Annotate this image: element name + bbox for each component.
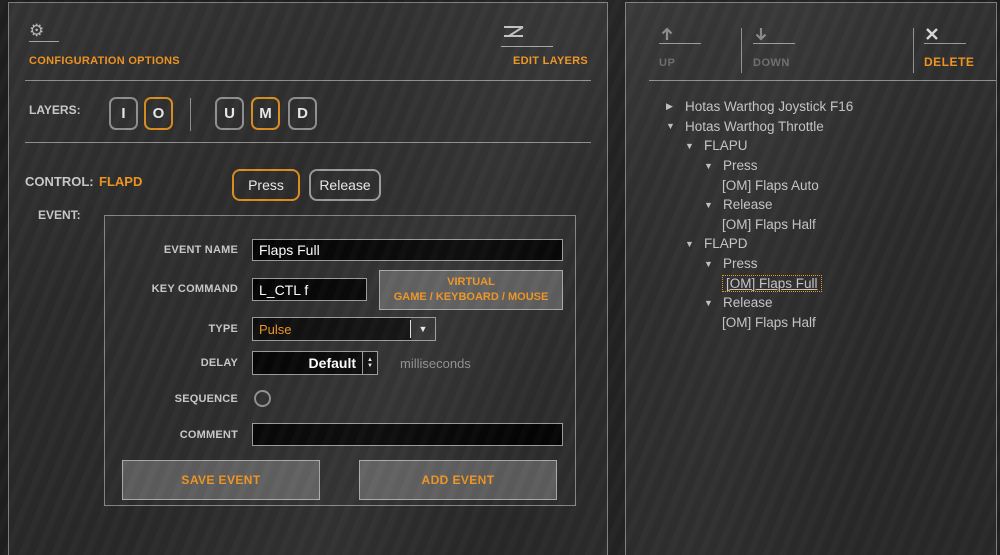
tree-item-label: Release xyxy=(723,295,773,311)
divider xyxy=(659,43,701,44)
delay-label: DELAY xyxy=(200,357,238,369)
divider xyxy=(501,46,553,47)
chevron-down-icon[interactable]: ▼ xyxy=(666,121,685,131)
tree-item[interactable]: ▼ FLAPD xyxy=(626,234,996,254)
delay-stepper[interactable]: ▲ ▼ xyxy=(363,351,378,375)
tree-item[interactable]: [OM] Flaps Half xyxy=(626,215,996,235)
configuration-options-label[interactable]: CONFIGURATION OPTIONS xyxy=(29,55,180,67)
tree-item[interactable]: ▼ Release xyxy=(626,195,996,215)
tree-item-label[interactable]: [OM] Flaps Full xyxy=(722,274,822,292)
chevron-down-icon[interactable]: ▼ xyxy=(704,259,723,269)
layer-button-i[interactable]: I xyxy=(109,97,138,130)
type-dropdown[interactable]: Pulse ▼ xyxy=(252,317,436,341)
chevron-right-icon[interactable]: ▶ xyxy=(666,101,685,112)
divider xyxy=(741,28,742,73)
type-label: TYPE xyxy=(208,323,238,335)
comment-label: COMMENT xyxy=(179,429,238,441)
layer-button-m[interactable]: M xyxy=(251,97,280,130)
up-label: UP xyxy=(659,57,676,69)
tree-item[interactable]: ▼ FLAPU xyxy=(626,136,996,156)
tree-item[interactable]: ▼ Release xyxy=(626,293,996,313)
divider xyxy=(25,80,591,81)
events-tree-panel: UP DOWN DELETE ▶ Hotas Warthog Joystick … xyxy=(625,2,997,555)
key-command-label: KEY COMMAND xyxy=(151,283,238,295)
tree-item[interactable]: [OM] Flaps Auto xyxy=(626,175,996,195)
tree-item[interactable]: ▼ Hotas Warthog Throttle xyxy=(626,117,996,137)
chevron-down-icon[interactable]: ▼ xyxy=(411,318,435,340)
stepper-down-icon[interactable]: ▼ xyxy=(367,363,373,369)
delete-label: DELETE xyxy=(924,55,975,69)
virtual-button-line2: GAME / KEYBOARD / MOUSE xyxy=(393,291,549,303)
virtual-button-line1: VIRTUAL xyxy=(447,276,495,289)
tree-item-selected[interactable]: [OM] Flaps Full xyxy=(626,273,996,293)
event-name-input[interactable]: Flaps Full xyxy=(252,239,563,261)
tree-item[interactable]: [OM] Flaps Half xyxy=(626,313,996,333)
layers-icon[interactable] xyxy=(501,25,527,39)
chevron-down-icon[interactable]: ▼ xyxy=(685,239,704,249)
tree-item-label: Release xyxy=(723,197,773,213)
tree-item-label: [OM] Flaps Half xyxy=(722,314,816,330)
event-label: EVENT: xyxy=(38,208,81,222)
delay-input[interactable]: Default xyxy=(252,351,363,375)
tree-item[interactable]: ▶ Hotas Warthog Joystick F16 xyxy=(626,97,996,117)
divider xyxy=(25,142,591,143)
layer-button-d[interactable]: D xyxy=(288,97,317,130)
move-up-button[interactable]: UP xyxy=(659,26,719,69)
layer-button-o[interactable]: O xyxy=(144,97,173,130)
divider xyxy=(924,43,966,44)
layers-label: LAYERS: xyxy=(29,103,81,117)
sequence-label: SEQUENCE xyxy=(174,393,238,405)
divider xyxy=(29,41,59,42)
events-tree: ▶ Hotas Warthog Joystick F16 ▼ Hotas War… xyxy=(626,97,996,332)
control-value: FLAPD xyxy=(99,174,143,189)
tree-item-label: Hotas Warthog Throttle xyxy=(685,118,824,134)
divider xyxy=(649,80,996,81)
gear-icon[interactable]: ⚙ xyxy=(29,22,59,39)
arrow-down-icon xyxy=(755,28,767,41)
save-event-button[interactable]: SAVE EVENT xyxy=(122,460,320,500)
divider xyxy=(753,43,795,44)
tree-item-label: Press xyxy=(723,256,758,272)
chevron-down-icon[interactable]: ▼ xyxy=(704,200,723,210)
edit-layers-button[interactable] xyxy=(501,25,553,47)
tree-item-label: [OM] Flaps Half xyxy=(722,216,816,232)
tree-item-label: Hotas Warthog Joystick F16 xyxy=(685,99,854,115)
tree-item[interactable]: ▼ Press xyxy=(626,254,996,274)
tree-item-label: Press xyxy=(723,158,758,174)
configuration-panel: ⚙ CONFIGURATION OPTIONS EDIT LAYERS LAYE… xyxy=(8,2,608,555)
tree-item-label: [OM] Flaps Auto xyxy=(722,177,819,193)
event-panel: EVENT NAME Flaps Full KEY COMMAND L_CTL … xyxy=(104,215,576,506)
chevron-down-icon[interactable]: ▼ xyxy=(704,161,723,171)
type-value: Pulse xyxy=(259,321,292,337)
divider xyxy=(913,28,914,73)
move-down-button[interactable]: DOWN xyxy=(753,26,813,69)
tree-item-label: FLAPD xyxy=(704,236,748,252)
control-label: CONTROL: xyxy=(25,174,94,189)
sequence-radio[interactable] xyxy=(254,390,271,407)
add-event-button[interactable]: ADD EVENT xyxy=(359,460,557,500)
release-button[interactable]: Release xyxy=(309,169,381,201)
tree-item[interactable]: ▼ Press xyxy=(626,156,996,176)
delete-button[interactable]: DELETE xyxy=(924,26,984,69)
key-command-input[interactable]: L_CTL f xyxy=(252,278,367,301)
layer-button-u[interactable]: U xyxy=(215,97,244,130)
press-button[interactable]: Press xyxy=(232,169,300,201)
tree-item-label: FLAPU xyxy=(704,138,748,154)
configuration-options-button[interactable]: ⚙ xyxy=(29,22,59,42)
delay-units: milliseconds xyxy=(400,356,471,371)
virtual-keyboard-button[interactable]: VIRTUAL GAME / KEYBOARD / MOUSE xyxy=(379,270,563,310)
chevron-down-icon[interactable]: ▼ xyxy=(685,141,704,151)
chevron-down-icon[interactable]: ▼ xyxy=(704,298,723,308)
edit-layers-label[interactable]: EDIT LAYERS xyxy=(513,55,588,67)
arrow-up-icon xyxy=(661,27,673,40)
comment-input[interactable] xyxy=(252,423,563,446)
down-label: DOWN xyxy=(753,57,790,69)
close-icon xyxy=(926,28,938,40)
event-name-label: EVENT NAME xyxy=(163,244,238,256)
divider xyxy=(190,98,191,131)
